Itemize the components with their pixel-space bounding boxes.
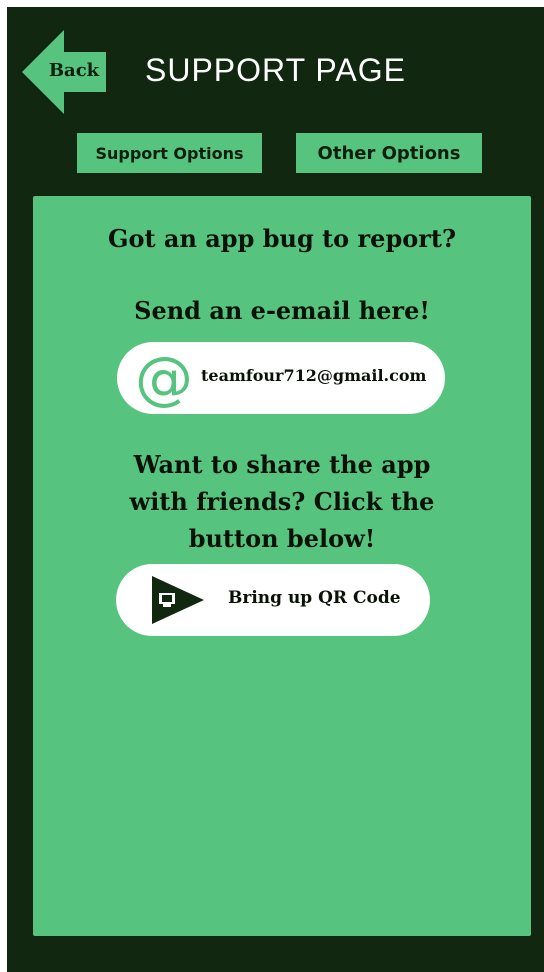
bug-report-heading: Got an app bug to report? xyxy=(107,224,457,253)
support-panel: Got an app bug to report? Send an e-emai… xyxy=(33,196,531,936)
back-button[interactable]: Back xyxy=(22,30,106,114)
share-heading-line: with friends? Click the xyxy=(129,487,435,516)
share-heading-line: button below! xyxy=(188,524,376,553)
share-heading: Want to share the app with friends? Clic… xyxy=(33,446,531,557)
qr-button-label: Bring up QR Code xyxy=(228,588,401,608)
qr-code-button[interactable]: Bring up QR Code xyxy=(116,564,430,636)
at-sign-icon: @ xyxy=(135,344,193,412)
back-label: Back xyxy=(48,60,100,81)
email-heading: Send an e-email here! xyxy=(134,296,430,325)
share-play-icon xyxy=(152,576,204,624)
page-title: SUPPORT PAGE xyxy=(145,52,406,88)
email-button[interactable]: @ teamfour712@gmail.com xyxy=(117,342,445,414)
tab-other-options[interactable]: Other Options xyxy=(296,133,482,173)
share-heading-line: Want to share the app xyxy=(133,450,431,479)
email-address: teamfour712@gmail.com xyxy=(201,366,427,385)
tab-support-options[interactable]: Support Options xyxy=(77,133,262,173)
